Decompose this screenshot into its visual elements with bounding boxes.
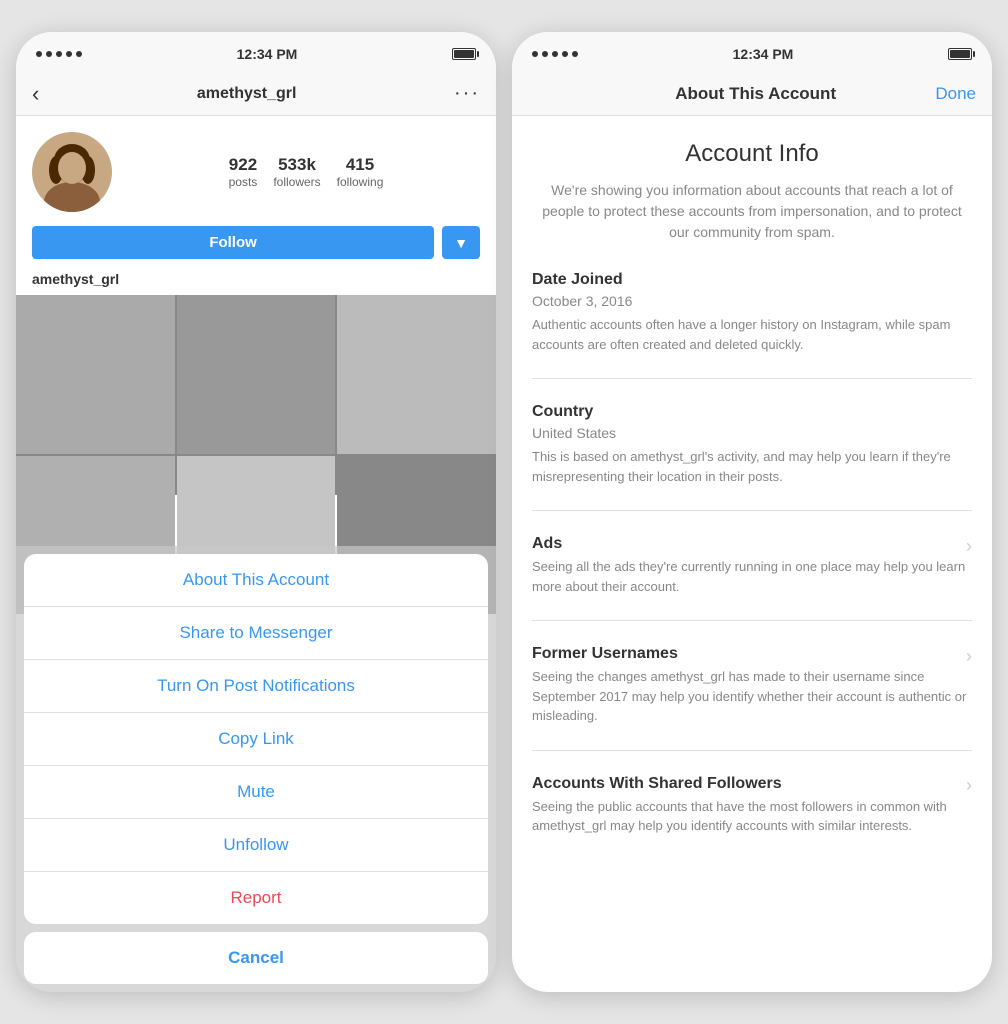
ads-row[interactable]: Ads › [532,535,972,557]
time-right: 12:34 PM [733,46,794,62]
instagram-nav: ‹ amethyst_grl ··· [16,72,496,116]
profile-header: 922 posts 533k followers 415 following [16,116,496,222]
action-copy-link[interactable]: Copy Link [24,713,488,766]
signal-dots-right [532,51,578,57]
former-usernames-title: Former Usernames [532,645,678,663]
action-sheet: About This Account Share to Messenger Tu… [24,554,488,924]
action-turn-on-notifications[interactable]: Turn On Post Notifications [24,660,488,713]
about-nav: About This Account Done [512,72,992,116]
action-cancel[interactable]: Cancel [24,932,488,984]
signal-dots [36,51,82,57]
action-report[interactable]: Report [24,872,488,924]
following-label: following [337,175,384,189]
former-usernames-row[interactable]: Former Usernames › [532,645,972,667]
more-options-button[interactable]: ··· [454,82,480,105]
section-ads[interactable]: Ads › Seeing all the ads they're current… [532,535,972,621]
section-shared-followers[interactable]: Accounts With Shared Followers › Seeing … [532,775,972,860]
feed-thumb-3 [337,295,496,454]
posts-count: 922 [229,155,258,175]
section-country: Country United States This is based on a… [532,403,972,511]
date-joined-row: Date Joined [532,271,972,293]
status-bar-left: 12:34 PM [16,32,496,72]
former-usernames-chevron-icon: › [966,646,972,667]
shared-followers-title: Accounts With Shared Followers [532,775,782,793]
action-share-to-messenger[interactable]: Share to Messenger [24,607,488,660]
follow-row: Follow ▼ [16,222,496,271]
feed-thumb-1 [16,295,175,454]
battery-left [452,48,476,60]
feed-grid [16,295,496,495]
followers-count: 533k [273,155,320,175]
feed-thumb-2 [177,295,336,454]
about-nav-title: About This Account [675,84,836,104]
country-value: United States [532,425,972,441]
back-button[interactable]: ‹ [32,81,39,107]
following-count: 415 [337,155,384,175]
shared-followers-chevron-icon: › [966,775,972,796]
posts-label: posts [229,175,258,189]
done-button[interactable]: Done [935,84,976,104]
date-joined-value: October 3, 2016 [532,293,972,309]
left-phone: 12:34 PM ‹ amethyst_grl ··· [16,32,496,992]
profile-display-name: amethyst_grl [16,271,496,295]
battery-right [948,48,972,60]
date-joined-desc: Authentic accounts often have a longer h… [532,315,972,354]
date-joined-title: Date Joined [532,271,623,289]
followers-label: followers [273,175,320,189]
stat-followers: 533k followers [273,155,320,189]
avatar [32,132,112,212]
account-info-description: We're showing you information about acco… [532,180,972,243]
profile-username-nav: amethyst_grl [197,85,297,103]
country-title: Country [532,403,593,421]
ads-title: Ads [532,535,562,553]
about-content: Account Info We're showing you informati… [512,116,992,992]
action-about-this-account[interactable]: About This Account [24,554,488,607]
follow-dropdown-button[interactable]: ▼ [442,226,480,259]
follow-button[interactable]: Follow [32,226,434,259]
action-unfollow[interactable]: Unfollow [24,819,488,872]
shared-followers-desc: Seeing the public accounts that have the… [532,797,972,836]
section-former-usernames[interactable]: Former Usernames › Seeing the changes am… [532,645,972,751]
section-date-joined: Date Joined October 3, 2016 Authentic ac… [532,271,972,379]
right-phone: 12:34 PM About This Account Done Account… [512,32,992,992]
time-left: 12:34 PM [237,46,298,62]
country-desc: This is based on amethyst_grl's activity… [532,447,972,486]
shared-followers-row[interactable]: Accounts With Shared Followers › [532,775,972,797]
ads-desc: Seeing all the ads they're currently run… [532,557,972,596]
stat-following: 415 following [337,155,384,189]
former-usernames-desc: Seeing the changes amethyst_grl has made… [532,667,972,726]
account-info-title: Account Info [532,140,972,168]
profile-stats: 922 posts 533k followers 415 following [132,155,480,189]
stat-posts: 922 posts [229,155,258,189]
action-sheet-overlay: About This Account Share to Messenger Tu… [16,546,496,992]
country-row: Country [532,403,972,425]
status-bar-right: 12:34 PM [512,32,992,72]
ads-chevron-icon: › [966,536,972,557]
action-mute[interactable]: Mute [24,766,488,819]
